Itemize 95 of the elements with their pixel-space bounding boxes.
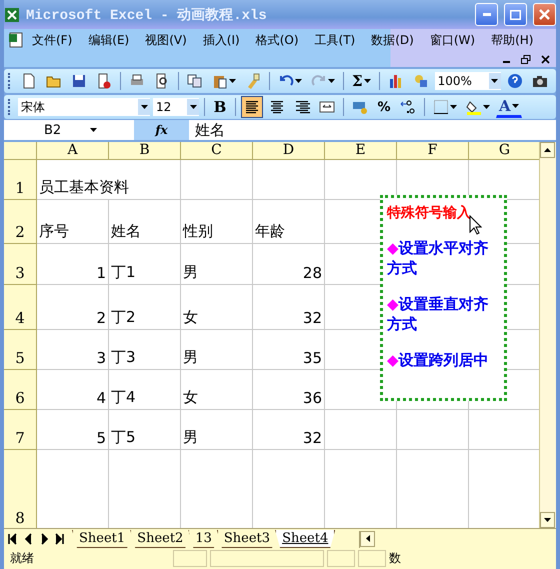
scroll-left-button[interactable]	[360, 530, 376, 547]
menu-item[interactable]: 工具(T)	[306, 32, 364, 49]
menu-item[interactable]: 帮助(H)	[483, 32, 542, 49]
autosum-button[interactable]: Σ	[349, 70, 374, 92]
menu-item[interactable]: 格式(O)	[248, 32, 307, 49]
minimize-button[interactable]	[475, 3, 498, 26]
currency-icon	[352, 99, 368, 116]
caret-icon	[190, 105, 196, 110]
formula-input[interactable]: 姓名	[189, 120, 556, 140]
caret-icon	[491, 79, 498, 84]
last-sheet-icon	[53, 532, 67, 546]
caret-icon	[90, 128, 98, 132]
status-panel	[327, 550, 355, 568]
column-header[interactable]: G	[469, 142, 539, 160]
num-lock-indicator: 数	[389, 550, 401, 568]
align-right-icon	[294, 99, 310, 116]
status-panel	[358, 550, 386, 568]
caret-icon	[450, 105, 457, 110]
column-header[interactable]: B	[109, 142, 181, 160]
fill-bucket-icon	[466, 99, 482, 116]
caret-icon	[483, 105, 490, 110]
row-header[interactable]: 2	[4, 200, 37, 244]
insert-function-label[interactable]: fx	[134, 123, 189, 138]
column-header[interactable]: A	[37, 142, 109, 160]
bullet-item: ◆设置水平对齐方式	[387, 238, 490, 278]
minimize-icon	[482, 13, 490, 16]
left-arrow-icon	[366, 535, 370, 542]
sheet-tab[interactable]: Sheet2	[130, 530, 190, 548]
bullet-item: ◆设置垂直对齐方式	[387, 294, 490, 334]
caret-icon	[229, 79, 236, 84]
menu-item[interactable]: 编辑(E)	[80, 32, 138, 49]
column-header[interactable]: D	[253, 142, 325, 160]
row-header[interactable]: 3	[4, 244, 37, 286]
row-header[interactable]: 8	[4, 450, 37, 528]
font-dropdown[interactable]: 宋体	[18, 98, 150, 116]
close-button[interactable]	[533, 3, 556, 26]
menu-item[interactable]: 插入(I)	[194, 32, 248, 49]
up-arrow-icon	[544, 148, 551, 152]
zoom-dropdown[interactable]: 100%	[434, 72, 501, 90]
row-header[interactable]: 6	[4, 370, 37, 410]
name-box[interactable]: B2	[4, 120, 134, 140]
borders-icon	[433, 99, 449, 116]
sheet-tab[interactable]: Sheet1	[72, 530, 132, 548]
caret-icon	[295, 79, 302, 84]
status-text: 就绪	[10, 550, 35, 568]
align-left-icon	[244, 99, 260, 116]
help-icon	[506, 73, 523, 90]
caret-icon	[328, 79, 335, 84]
bullet-item: ◆设置跨列居中	[387, 350, 490, 370]
camera-icon	[532, 73, 548, 90]
scroll-up-button[interactable]	[540, 142, 555, 158]
maximize-icon	[510, 10, 521, 20]
new-file-icon	[21, 73, 37, 90]
restore-icon[interactable]	[521, 54, 531, 64]
paste-icon	[212, 73, 228, 90]
maximize-button[interactable]	[504, 3, 527, 26]
spreadsheet-app-icon	[4, 6, 20, 22]
font-size-dropdown[interactable]: 12	[153, 98, 199, 116]
document-stop-icon	[96, 73, 112, 90]
percent-button[interactable]: %	[374, 96, 394, 118]
cursor-icon	[469, 215, 482, 236]
text-box-title: 特殊符号输入	[387, 204, 472, 222]
menu-item[interactable]: 文件(F)	[24, 32, 80, 49]
caret-icon	[364, 79, 371, 84]
sheet-tab[interactable]: Sheet4	[275, 530, 336, 548]
column-header[interactable]: F	[397, 142, 469, 160]
column-header[interactable]: C	[181, 142, 253, 160]
down-arrow-icon	[544, 518, 551, 522]
row-header[interactable]: 7	[4, 410, 37, 450]
caret-icon	[512, 104, 519, 108]
brush-icon	[245, 73, 261, 90]
copy-icon	[187, 73, 203, 90]
row-header[interactable]: 1	[4, 160, 37, 200]
save-icon	[71, 73, 87, 90]
alignment-button[interactable]	[241, 96, 263, 118]
align-center-icon	[269, 99, 285, 116]
scroll-down-button[interactable]	[540, 512, 555, 528]
menu-item[interactable]: 数据(D)	[363, 32, 422, 49]
column-header[interactable]: E	[325, 142, 397, 160]
status-panel	[173, 550, 207, 568]
shapes-icon	[412, 73, 429, 90]
window-title: Microsoft Excel - 动画教程.xls	[26, 6, 268, 24]
first-sheet-icon	[5, 532, 19, 546]
row-header[interactable]: 4	[4, 285, 37, 330]
merge-center-icon	[319, 99, 335, 116]
close-icon	[539, 9, 550, 20]
close-icon[interactable]	[541, 54, 550, 64]
spreadsheet-document-icon	[8, 32, 24, 48]
row-header[interactable]: 5	[4, 330, 37, 370]
caret-icon	[140, 105, 148, 110]
menu-item[interactable]: 窗口(W)	[422, 32, 484, 49]
menu-item[interactable]: 视图(V)	[137, 32, 195, 49]
bar-chart-icon	[388, 73, 404, 90]
bold-button[interactable]: B	[210, 96, 230, 118]
decimal-icon	[400, 99, 416, 116]
